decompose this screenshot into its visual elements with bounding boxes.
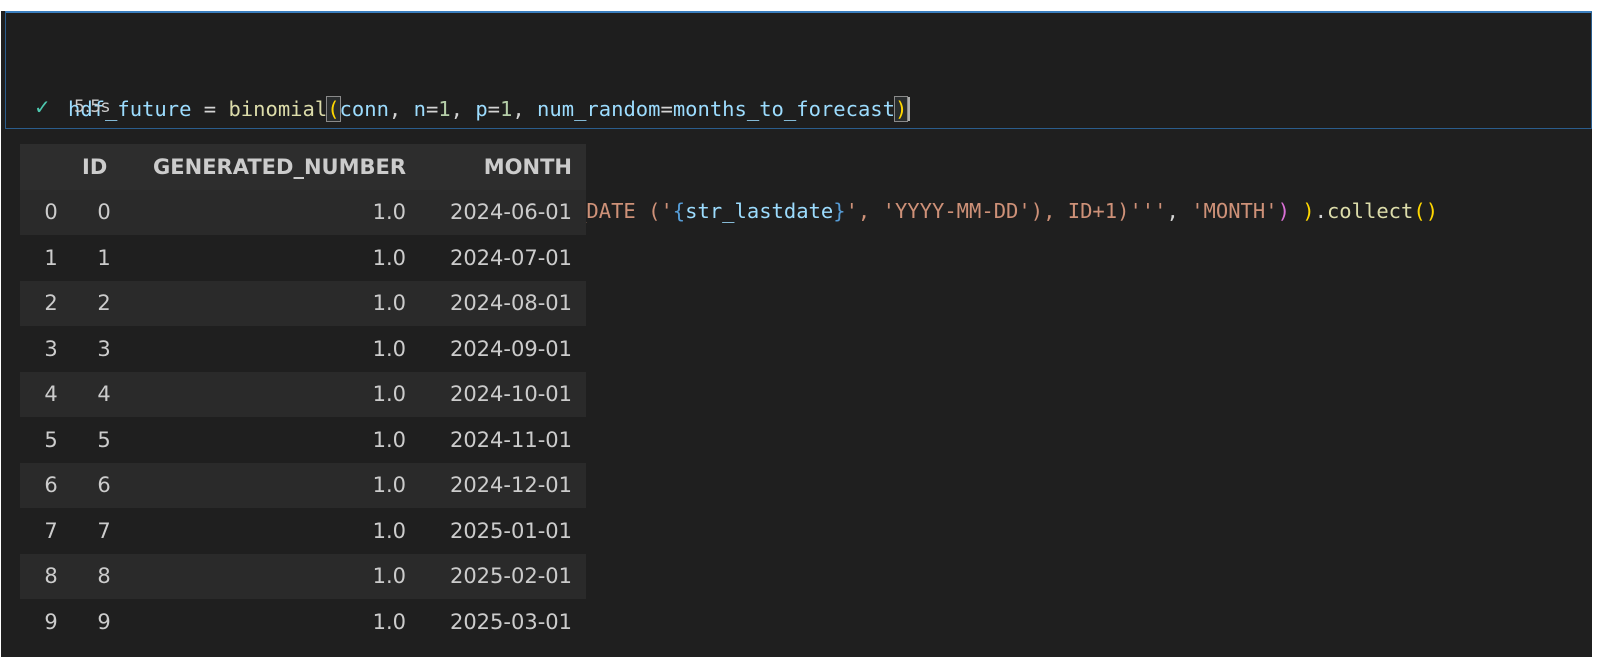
month-cell: 2025-01-01 — [449, 518, 572, 543]
code-token: num_random — [537, 97, 661, 121]
column-header-index — [20, 144, 82, 190]
code-token: { — [672, 199, 686, 223]
execution-status: ✓ 5.5s — [34, 95, 110, 119]
code-token: = — [425, 97, 439, 121]
table-row: 6 6 1.0 2024-12-01 — [20, 462, 586, 508]
generated-number-cell: 1.0 — [372, 382, 406, 407]
code-token: p — [475, 97, 488, 121]
row-index-cell: 5 — [44, 427, 58, 452]
code-token: , — [388, 97, 414, 121]
table-row: 7 7 1.0 2025-01-01 — [20, 508, 586, 554]
code-token: 1 — [500, 97, 513, 121]
code-token: ) — [893, 96, 909, 122]
table-body: 0 0 1.0 2024-06-01 1 1 1.0 2024-07-01 2 2 1.0 2024-… — [20, 189, 586, 645]
generated-number-cell: 1.0 — [372, 518, 406, 543]
table-row: 8 8 1.0 2025-02-01 — [20, 553, 586, 599]
table-row: 3 3 1.0 2024-09-01 — [20, 326, 586, 372]
table-header-row: ID GENERATED_NUMBER MONTH — [20, 144, 586, 190]
generated-number-cell: 1.0 — [372, 291, 406, 316]
table-row: 0 0 1.0 2024-06-01 — [20, 189, 586, 235]
code-token: str_lastdate — [685, 199, 834, 223]
month-cell: 2024-10-01 — [449, 382, 572, 407]
code-token: = — [191, 97, 229, 121]
code-token: } — [833, 199, 846, 223]
generated-number-cell: 1.0 — [372, 609, 406, 634]
row-index-cell: 9 — [44, 609, 58, 634]
code-token: () — [1413, 199, 1439, 223]
code-cell[interactable]: hdf_future = binomial(conn, n=1, p=1, nu… — [5, 11, 1592, 223]
row-index-cell: 6 — [44, 473, 58, 498]
id-cell: 2 — [97, 291, 111, 316]
code-token: binomial — [228, 97, 328, 121]
code-token: 1 — [438, 97, 451, 121]
generated-number-cell: 1.0 — [372, 200, 406, 225]
text-cursor — [908, 97, 911, 121]
row-index-cell: 3 — [44, 336, 58, 361]
code-token: ) — [1302, 199, 1315, 223]
column-header-id: ID — [82, 154, 108, 179]
code-token: 'MONTH' — [1191, 199, 1278, 223]
output-table: ID GENERATED_NUMBER MONTH 0 0 1.0 2024-06-0… — [20, 144, 586, 645]
generated-number-cell: 1.0 — [372, 336, 406, 361]
code-token: months_to_forecast — [672, 97, 895, 121]
id-cell: 9 — [97, 609, 111, 634]
table-row: 5 5 1.0 2024-11-01 — [20, 417, 586, 463]
month-cell: 2024-12-01 — [449, 473, 572, 498]
table-row: 4 4 1.0 2024-10-01 — [20, 371, 586, 417]
id-cell: 4 — [97, 382, 111, 407]
row-index-cell: 8 — [44, 564, 58, 589]
generated-number-cell: 1.0 — [372, 564, 406, 589]
id-cell: 6 — [97, 473, 111, 498]
table-row: 9 9 1.0 2025-03-01 — [20, 599, 586, 645]
code-token: conn — [339, 97, 389, 121]
id-cell: 1 — [97, 245, 111, 270]
code-token: = — [660, 97, 673, 121]
output-table-wrapper: ID GENERATED_NUMBER MONTH 0 0 1.0 2024-06-0… — [20, 144, 586, 645]
month-cell: 2024-11-01 — [449, 427, 572, 452]
id-cell: 8 — [97, 564, 111, 589]
code-token: ( — [326, 96, 341, 122]
code-token: ) — [1277, 199, 1290, 223]
column-header-generated-number: GENERATED_NUMBER — [153, 154, 406, 179]
row-index-cell: 4 — [44, 382, 58, 407]
generated-number-cell: 1.0 — [372, 473, 406, 498]
code-token: ', 'YYYY-MM-DD'), ID+1)''' — [845, 199, 1167, 223]
month-cell: 2025-03-01 — [449, 609, 572, 634]
code-line-1[interactable]: hdf_future = binomial(conn, n=1, p=1, nu… — [68, 92, 1438, 126]
id-cell: 0 — [97, 200, 111, 225]
column-header-month: MONTH — [483, 154, 572, 179]
month-cell: 2024-07-01 — [449, 245, 572, 270]
month-cell: 2024-08-01 — [449, 291, 572, 316]
code-token: , — [450, 97, 476, 121]
table-row: 1 1 1.0 2024-07-01 — [20, 235, 586, 281]
row-index-cell: 0 — [44, 200, 58, 225]
id-cell: 3 — [97, 336, 111, 361]
id-cell: 5 — [97, 427, 111, 452]
month-cell: 2024-09-01 — [449, 336, 572, 361]
row-index-cell: 7 — [44, 518, 58, 543]
month-cell: 2024-06-01 — [449, 200, 572, 225]
id-cell: 7 — [97, 518, 111, 543]
code-token: , — [1166, 199, 1192, 223]
check-icon: ✓ — [34, 95, 51, 119]
notebook-panel: hdf_future = binomial(conn, n=1, p=1, nu… — [1, 11, 1592, 657]
generated-number-cell: 1.0 — [372, 245, 406, 270]
code-token: n — [413, 97, 426, 121]
month-cell: 2025-02-01 — [449, 564, 572, 589]
code-token: . — [1314, 199, 1327, 223]
code-token: , — [512, 97, 538, 121]
execution-time: 5.5s — [74, 97, 110, 117]
generated-number-cell: 1.0 — [372, 427, 406, 452]
table-row: 2 2 1.0 2024-08-01 — [20, 280, 586, 326]
code-token: collect — [1326, 199, 1414, 223]
code-token: = — [487, 97, 501, 121]
row-index-cell: 2 — [44, 291, 58, 316]
row-index-cell: 1 — [44, 245, 58, 270]
